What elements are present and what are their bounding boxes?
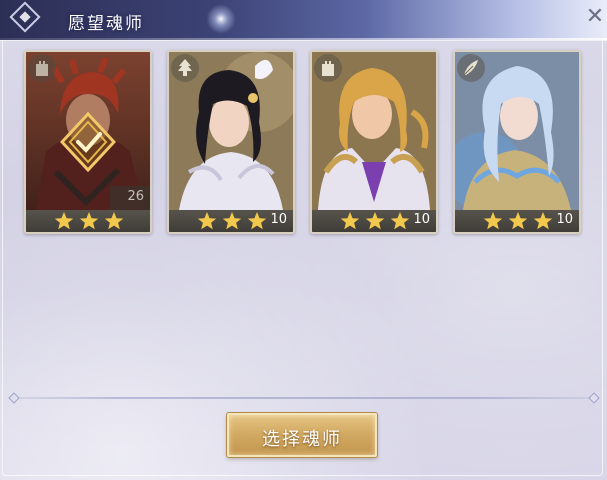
feather-icon — [457, 54, 485, 82]
star-icon — [79, 212, 99, 230]
card-level: 10 — [413, 212, 430, 227]
star-icon — [365, 212, 385, 230]
wish-soul-master-panel: 愿望魂师 ✕ 26 10 10 10 选择魂师 — [0, 0, 607, 480]
card-footer — [26, 210, 150, 232]
soul-master-card[interactable]: 10 — [453, 50, 581, 234]
star-icon — [54, 212, 74, 230]
sparkle-icon — [206, 4, 236, 34]
diamond-ornament-icon — [9, 1, 41, 33]
star-icon — [483, 212, 503, 230]
star-icon — [340, 212, 360, 230]
select-soul-master-button[interactable]: 选择魂师 — [227, 413, 377, 457]
close-icon: ✕ — [585, 4, 605, 29]
star-rating — [483, 211, 555, 231]
star-icon — [104, 212, 124, 230]
card-footer: 10 — [169, 210, 293, 232]
star-icon — [247, 212, 267, 230]
star-rating — [340, 211, 412, 231]
tower-icon — [314, 54, 342, 82]
card-footer: 10 — [455, 210, 579, 232]
star-icon — [533, 212, 553, 230]
star-icon — [508, 212, 528, 230]
check-badge-icon — [60, 112, 116, 172]
soul-master-card[interactable]: 10 — [167, 50, 295, 234]
card-footer: 10 — [312, 210, 436, 232]
header-bar: 愿望魂师 — [0, 0, 607, 40]
card-level: 10 — [556, 212, 573, 227]
card-level: 10 — [270, 212, 287, 227]
divider — [8, 392, 600, 404]
panel-title: 愿望魂师 — [68, 14, 144, 34]
soul-master-card-list: 26 10 10 10 — [24, 50, 584, 236]
star-rating — [54, 211, 126, 231]
soul-master-card[interactable]: 10 — [310, 50, 438, 234]
star-icon — [222, 212, 242, 230]
tree-icon — [171, 54, 199, 82]
soul-master-card[interactable]: 26 — [24, 50, 152, 234]
select-button-label: 选择魂师 — [262, 429, 342, 450]
star-rating — [197, 211, 269, 231]
star-icon — [197, 212, 217, 230]
star-icon — [390, 212, 410, 230]
close-button[interactable]: ✕ — [584, 4, 606, 30]
